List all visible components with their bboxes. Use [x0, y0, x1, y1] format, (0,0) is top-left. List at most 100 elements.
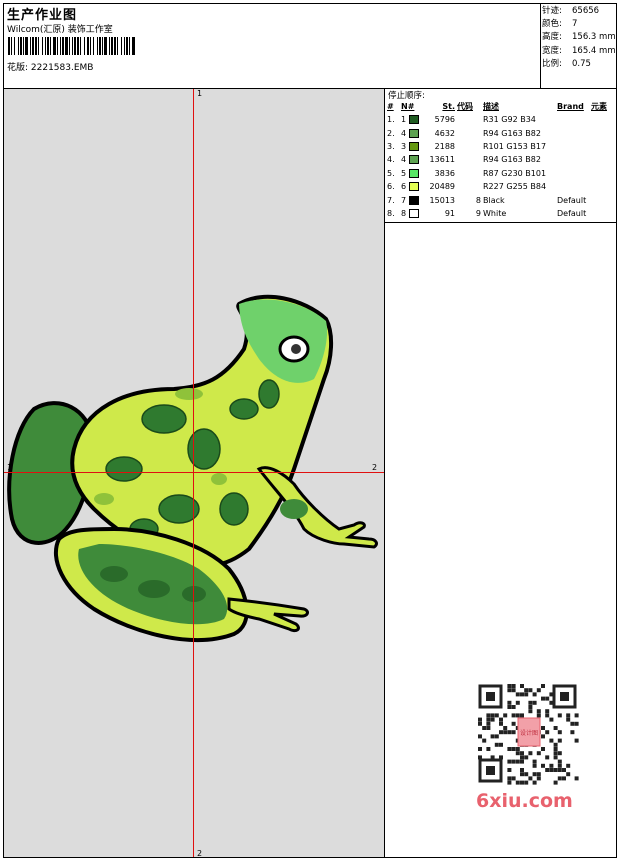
- row-element: [590, 113, 618, 126]
- row-desc: R31 G92 B34: [483, 115, 536, 125]
- color-row: 4. 4 13611 R94 G163 B82: [386, 153, 618, 166]
- row-desc: R101 G153 B17: [483, 141, 547, 151]
- studio-subtitle: Wilcom(汇原) 装饰工作室: [7, 25, 113, 35]
- row-index: 8.: [387, 208, 395, 218]
- stat-stitches: 针迹: 65656: [542, 6, 600, 16]
- color-row: 6. 6 20489 R227 G255 B84: [386, 180, 618, 193]
- watermark-text: 6xiu.com: [476, 790, 573, 812]
- col-code: 代码: [457, 102, 473, 111]
- row-brand: [556, 140, 590, 153]
- color-swatch: [408, 155, 419, 165]
- row-stitches: 15013: [429, 195, 455, 205]
- marker-right: 2: [372, 463, 378, 472]
- stat-colors: 颜色: 7: [542, 19, 578, 30]
- color-swatch: [408, 195, 419, 205]
- row-index: 1.: [387, 115, 395, 125]
- row-index: 3.: [387, 141, 395, 151]
- seal-text: 设计图: [520, 729, 538, 737]
- col-index: #: [387, 102, 394, 111]
- row-index: 4.: [387, 155, 395, 165]
- barcode-icon: [8, 37, 135, 55]
- row-brand: [556, 113, 590, 126]
- page-title: 生产作业图: [7, 8, 78, 23]
- row-desc: Black: [483, 195, 505, 205]
- color-swatch: [408, 141, 419, 151]
- design-stats: 针迹: 65656 颜色: 7 高度: 156.3 mm 宽度: 165.4 mm 比例…: [542, 5, 616, 71]
- row-n: 4: [400, 153, 428, 166]
- col-n: N#: [401, 102, 415, 111]
- table-header-row: # N# St. 代码 描述 Brand 元素: [386, 100, 618, 113]
- row-stitches: 91: [444, 208, 455, 218]
- row-n: 1: [400, 113, 428, 126]
- row-brand: [556, 153, 590, 166]
- color-row: 8. 8 91 9 White Default: [386, 207, 618, 220]
- stat-height: 高度: 156.3 mm: [542, 32, 616, 43]
- row-brand: [556, 167, 590, 180]
- row-code: [456, 126, 482, 139]
- color-sequence-table: # N# St. 代码 描述 Brand 元素 1. 1 5796 R31 G92 …: [386, 100, 618, 220]
- color-swatch: [408, 182, 419, 192]
- row-element: [590, 140, 618, 153]
- row-n: 5: [400, 167, 428, 180]
- stat-width: 宽度: 165.4 mm: [542, 45, 616, 56]
- table-bottom-divider: [384, 222, 617, 223]
- row-code: [456, 153, 482, 166]
- col-brand: Brand: [557, 102, 584, 111]
- row-brand: Default: [557, 195, 587, 205]
- crosshair-vertical: [193, 89, 194, 857]
- row-index: 5.: [387, 168, 395, 178]
- color-swatch: [408, 128, 419, 138]
- row-element: [590, 207, 618, 220]
- row-element: [590, 126, 618, 139]
- row-desc: R87 G230 B101: [483, 168, 547, 178]
- row-desc: R94 G163 B82: [483, 128, 541, 138]
- row-n: 3: [400, 140, 428, 153]
- canvas-divider: [384, 88, 385, 858]
- row-code: [456, 113, 482, 126]
- row-brand: [556, 180, 590, 193]
- row-stitches: 2188: [434, 141, 455, 151]
- row-code: 8: [475, 195, 481, 205]
- row-desc: R94 G163 B82: [483, 155, 541, 165]
- row-n: 4: [400, 126, 428, 139]
- row-stitches: 13611: [429, 155, 455, 165]
- row-desc: R227 G255 B84: [483, 182, 547, 192]
- marker-top: 1: [197, 89, 203, 98]
- row-index: 7.: [387, 195, 395, 205]
- marker-bottom: 2: [197, 849, 203, 858]
- stat-scale: 比例: 0.75: [542, 58, 591, 69]
- row-stitches: 3836: [434, 168, 455, 178]
- row-code: [456, 140, 482, 153]
- row-index: 2.: [387, 128, 395, 138]
- row-element: [590, 193, 618, 206]
- color-swatch: [408, 168, 419, 178]
- color-row: 1. 1 5796 R31 G92 B34: [386, 113, 618, 126]
- row-element: [590, 153, 618, 166]
- stats-divider: [540, 3, 541, 88]
- design-canvas: [4, 89, 384, 857]
- color-row: 3. 3 2188 R101 G153 B17: [386, 140, 618, 153]
- row-code: 9: [475, 208, 481, 218]
- design-name: 花版: 2221583.EMB: [7, 63, 94, 73]
- row-index: 6.: [387, 182, 395, 192]
- col-stitches: St.: [442, 102, 455, 111]
- row-n: 8: [400, 207, 428, 220]
- col-desc: 描述: [483, 102, 499, 111]
- row-n: 6: [400, 180, 428, 193]
- color-row: 2. 4 4632 R94 G163 B82: [386, 126, 618, 139]
- color-swatch: [408, 208, 419, 218]
- qr-code-icon: 设计图: [470, 680, 585, 790]
- row-element: [590, 180, 618, 193]
- row-brand: Default: [557, 208, 587, 218]
- marker-left: 1: [7, 463, 13, 472]
- row-code: [456, 167, 482, 180]
- row-stitches: 5796: [434, 115, 455, 125]
- row-desc: White: [483, 208, 507, 218]
- crosshair-horizontal: [4, 472, 384, 473]
- row-stitches: 4632: [434, 128, 455, 138]
- row-stitches: 20489: [429, 182, 455, 192]
- row-brand: [556, 126, 590, 139]
- row-n: 7: [400, 193, 428, 206]
- color-swatch: [408, 115, 419, 125]
- frog-embroidery-image: [7, 294, 378, 642]
